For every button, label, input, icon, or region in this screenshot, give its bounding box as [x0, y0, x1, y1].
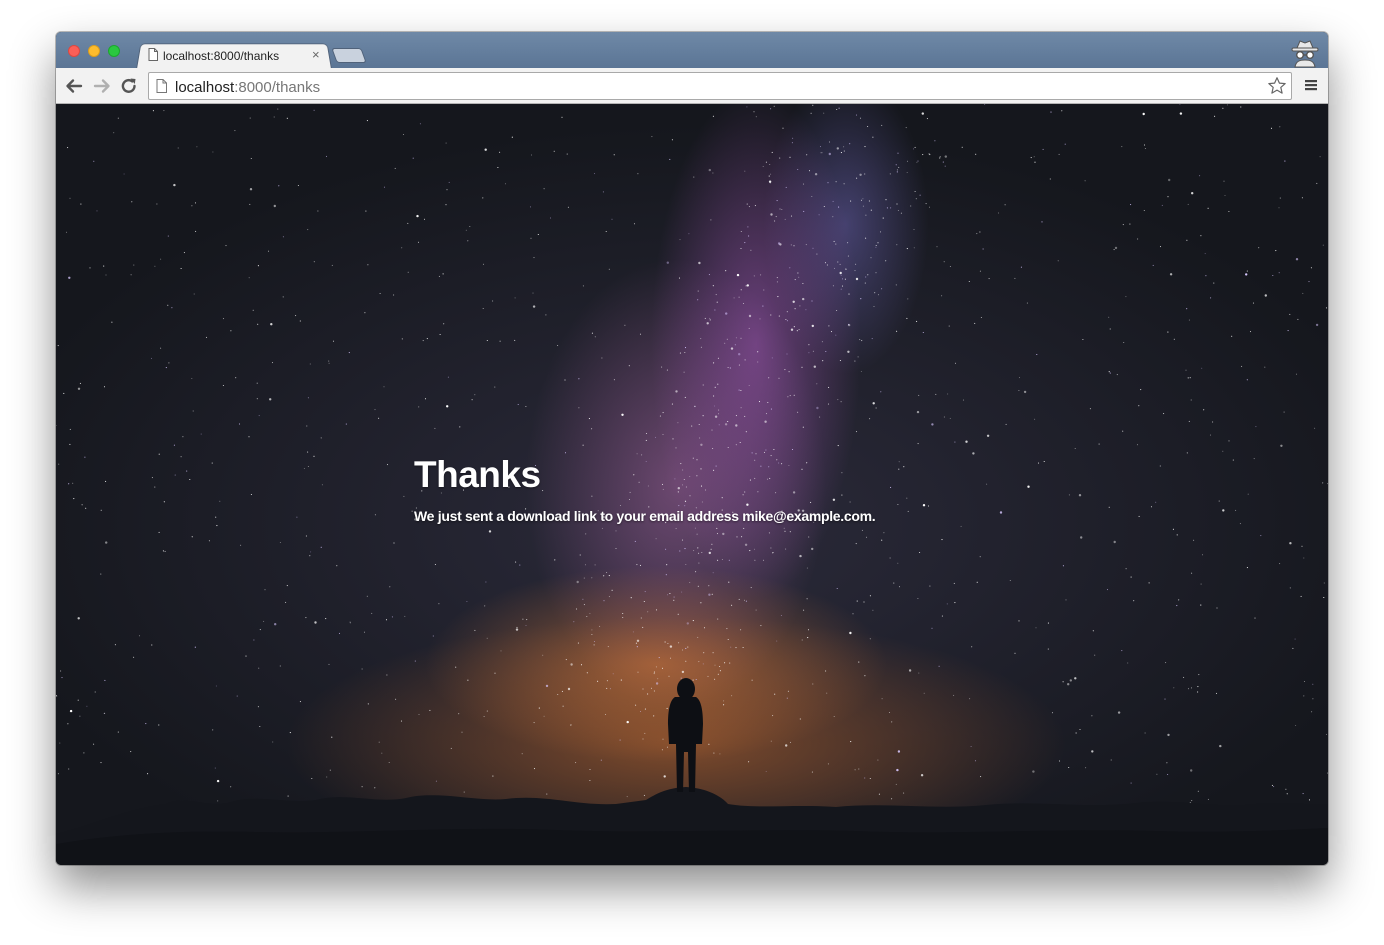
page-viewport: Thanks We just sent a download link to y…	[56, 104, 1328, 865]
minimize-window-button[interactable]	[88, 45, 100, 57]
new-tab-button[interactable]	[331, 48, 367, 63]
tab-close-icon[interactable]: ×	[312, 47, 320, 62]
url-host: localhost	[175, 79, 235, 96]
browser-window: localhost:8000/thanks × localhost:8000/t…	[56, 32, 1328, 865]
hamburger-menu-icon[interactable]	[1304, 78, 1318, 92]
tab-title: localhost:8000/thanks	[163, 49, 280, 63]
arrow-left-icon[interactable]	[64, 76, 84, 96]
active-tab[interactable]: localhost:8000/thanks ×	[148, 46, 326, 68]
document-icon	[156, 79, 167, 93]
confirmation-message: We just sent a download link to your ema…	[414, 508, 876, 524]
reload-icon[interactable]	[119, 76, 139, 96]
url-path: :8000/thanks	[234, 79, 321, 96]
incognito-icon	[1291, 40, 1319, 68]
tab-strip: localhost:8000/thanks ×	[56, 32, 1328, 69]
arrow-right-icon[interactable]	[92, 76, 112, 96]
document-icon	[148, 48, 158, 61]
star-icon[interactable]	[1267, 76, 1287, 96]
url-text[interactable]: localhost:8000/thanks	[175, 79, 320, 96]
browser-toolbar: localhost:8000/thanks	[56, 68, 1328, 104]
page-title: Thanks	[414, 454, 541, 495]
address-bar[interactable]: localhost:8000/thanks	[148, 72, 1292, 100]
zoom-window-button[interactable]	[108, 45, 120, 57]
thanks-message-block: Thanks We just sent a download link to y…	[414, 454, 1114, 524]
close-window-button[interactable]	[68, 45, 80, 57]
